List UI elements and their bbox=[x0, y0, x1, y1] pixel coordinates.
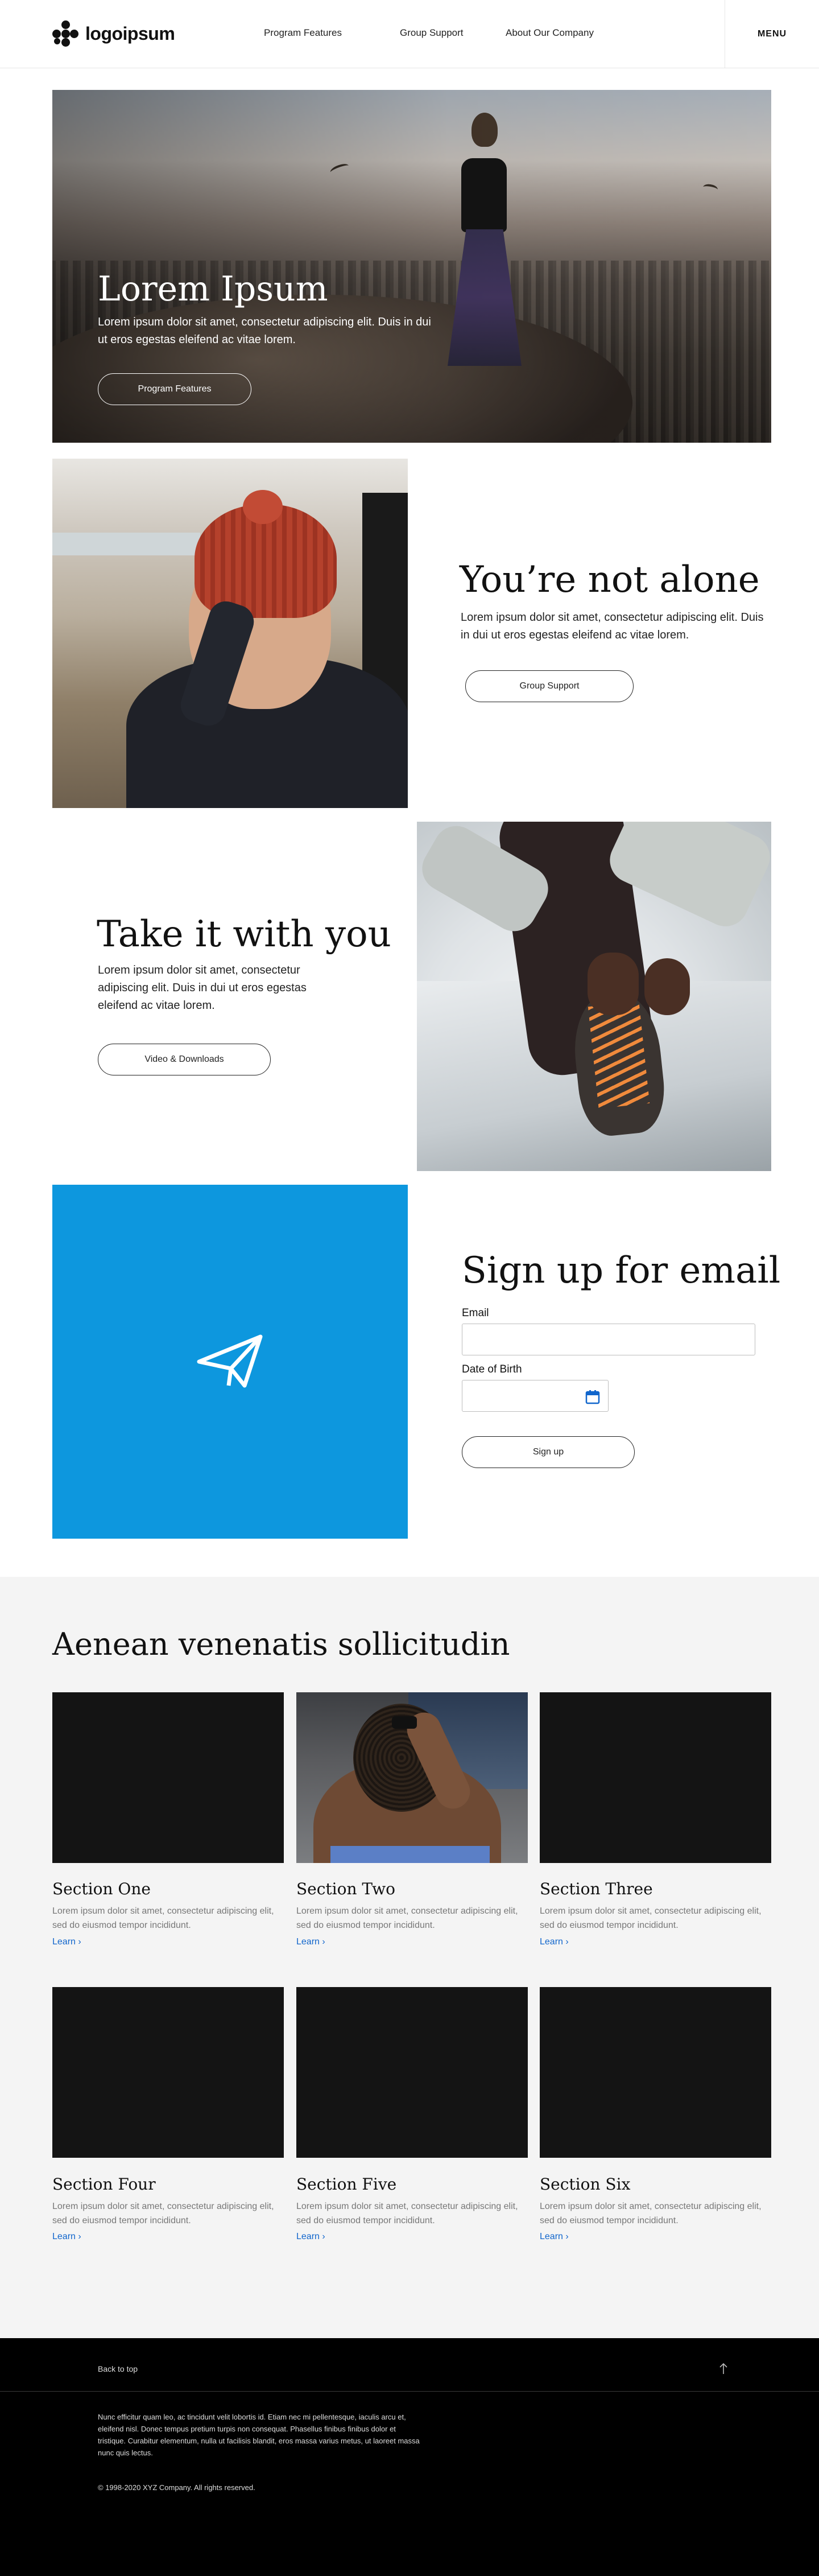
card-title: Section Four bbox=[52, 2175, 156, 2194]
card-text: Lorem ipsum dolor sit amet, consectetur … bbox=[296, 1906, 518, 1930]
card-learn-link[interactable]: Learn › bbox=[52, 2232, 81, 2242]
email-label: Email bbox=[462, 1307, 489, 1319]
email-field[interactable] bbox=[462, 1324, 755, 1355]
dob-label: Date of Birth bbox=[462, 1363, 522, 1375]
calendar-icon[interactable] bbox=[585, 1390, 600, 1404]
card-text: Lorem ipsum dolor sit amet, consectetur … bbox=[296, 2202, 518, 2225]
card-title: Section Six bbox=[540, 2175, 631, 2194]
card-title: Section One bbox=[52, 1880, 151, 1898]
logo-mark-icon bbox=[52, 20, 78, 47]
card-title: Section Two bbox=[296, 1880, 395, 1898]
footer-copyright: © 1998-2020 XYZ Company. All rights rese… bbox=[98, 2483, 255, 2492]
feature-title-take-it: Take it with you bbox=[97, 913, 391, 955]
hero-text: Lorem ipsum dolor sit amet, consectetur … bbox=[98, 316, 431, 346]
card-image-four bbox=[52, 1987, 284, 2158]
card-text: Lorem ipsum dolor sit amet, consectetur … bbox=[52, 1906, 274, 1930]
site-header: logoipsum Program Features Group Support… bbox=[0, 0, 819, 68]
nav-about-company[interactable]: About Our Company bbox=[506, 27, 594, 39]
card-learn-link[interactable]: Learn › bbox=[296, 2232, 325, 2242]
nav-program-features[interactable]: Program Features bbox=[264, 27, 342, 39]
signup-button[interactable]: Sign up bbox=[462, 1436, 635, 1468]
hero-title: Lorem Ipsum bbox=[98, 269, 328, 309]
hero-banner: Lorem Ipsum Lorem ipsum dolor sit amet, … bbox=[52, 90, 771, 443]
shoe-lacing-image bbox=[417, 822, 771, 1171]
back-to-top-link[interactable]: Back to top bbox=[98, 2364, 138, 2373]
card-learn-link[interactable]: Learn › bbox=[52, 1937, 81, 1947]
feature-text-not-alone: Lorem ipsum dolor sit amet, consectetur … bbox=[461, 611, 764, 641]
card-image-runner bbox=[296, 1692, 528, 1863]
video-downloads-button[interactable]: Video & Downloads bbox=[98, 1044, 271, 1075]
group-support-button[interactable]: Group Support bbox=[465, 670, 634, 702]
cards-section-title: Aenean venenatis sollicitudin bbox=[52, 1626, 510, 1662]
feature-text-take-it: Lorem ipsum dolor sit amet, consectetur … bbox=[98, 964, 307, 1012]
card-learn-link[interactable]: Learn › bbox=[540, 1937, 569, 1947]
card-image-one bbox=[52, 1692, 284, 1863]
card-text: Lorem ipsum dolor sit amet, consectetur … bbox=[540, 1906, 762, 1930]
card-image-three bbox=[540, 1692, 771, 1863]
paper-plane-icon bbox=[197, 1334, 262, 1388]
feature-title-not-alone: You’re not alone bbox=[460, 559, 760, 601]
footer-divider bbox=[0, 2391, 819, 2392]
card-learn-link[interactable]: Learn › bbox=[296, 1937, 325, 1947]
card-title: Section Five bbox=[296, 2175, 397, 2194]
smiling-woman-image bbox=[52, 459, 408, 808]
site-footer: Back to top Nunc efficitur quam leo, ac … bbox=[0, 2338, 819, 2576]
card-title: Section Three bbox=[540, 1880, 653, 1898]
arrow-up-icon[interactable] bbox=[719, 2362, 728, 2375]
card-image-five bbox=[296, 1987, 528, 2158]
logo-text: logoipsum bbox=[85, 23, 175, 44]
menu-button[interactable]: MENU bbox=[725, 0, 819, 68]
card-image-six bbox=[540, 1987, 771, 2158]
email-signup-graphic bbox=[52, 1185, 408, 1539]
nav-group-support[interactable]: Group Support bbox=[400, 27, 464, 39]
signup-title: Sign up for email bbox=[462, 1250, 781, 1292]
hero-program-features-button[interactable]: Program Features bbox=[98, 373, 251, 405]
card-text: Lorem ipsum dolor sit amet, consectetur … bbox=[52, 2202, 274, 2225]
card-learn-link[interactable]: Learn › bbox=[540, 2232, 569, 2242]
card-text: Lorem ipsum dolor sit amet, consectetur … bbox=[540, 2202, 762, 2225]
logo[interactable]: logoipsum bbox=[52, 20, 175, 47]
footer-text: Nunc efficitur quam leo, ac tincidunt ve… bbox=[98, 2413, 420, 2457]
